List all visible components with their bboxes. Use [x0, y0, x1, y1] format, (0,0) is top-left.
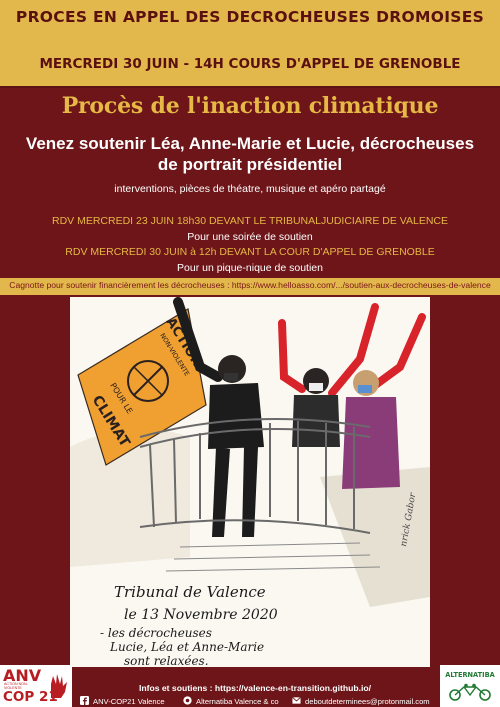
top-banner: PROCES EN APPEL DES DECROCHEUSES DROMOIS…: [0, 0, 500, 88]
caption-line-4: Lucie, Léa et Anne-Marie: [109, 640, 264, 654]
alternatiba-link[interactable]: Alternatiba Valence & co: [196, 697, 279, 706]
lead-text: Venez soutenir Léa, Anne-Marie et Lucie,…: [25, 134, 475, 174]
activities-text: interventions, pièces de théatre, musiqu…: [114, 183, 386, 195]
cagnotte-link[interactable]: Cagnotte pour soutenir financièrement le…: [0, 280, 500, 290]
info-line[interactable]: Infos et soutiens : https://valence-en-t…: [80, 683, 430, 693]
facebook-link[interactable]: ANV-COP21 Valence: [93, 697, 165, 706]
email-link[interactable]: deboutdeterminees@protonmail.com: [305, 697, 430, 706]
page-title: Procès de l'inaction climatique: [61, 93, 439, 119]
email-icon: [292, 697, 301, 704]
alternatiba-logo: ALTERNATIBA: [440, 665, 500, 707]
rdv-valence: RDV MERCREDI 23 JUIN 18h30 DEVANT LE TRI…: [51, 215, 448, 227]
alternatiba-icon: [183, 696, 192, 705]
courthouse-drawing: ACTION NON-VIOLENTE POUR LE CLIMAT nrick…: [70, 297, 430, 667]
poster: PROCES EN APPEL DES DECROCHEUSES DROMOIS…: [0, 0, 500, 707]
caption-line-5: sont relaxées.: [124, 654, 209, 667]
caption-line-3: - les décrocheuses: [100, 626, 212, 640]
anv-cop21-logo: ANV ACTION NON-VIOLENTE COP 21: [0, 665, 72, 707]
facebook-icon: [80, 696, 89, 705]
alternatiba-logo-text: ALTERNATIBA: [445, 671, 495, 679]
rdv-grenoble: RDV MERCREDI 30 JUIN à 12h DEVANT LA COU…: [65, 246, 435, 258]
caption-line-2: le 13 Novembre 2020: [124, 607, 278, 623]
banner-title: PROCES EN APPEL DES DECROCHEUSES DROMOIS…: [15, 8, 485, 26]
cagnotte-bar: Cagnotte pour soutenir financièrement le…: [0, 278, 500, 295]
rdv-valence-detail: Pour une soirée de soutien: [187, 231, 313, 243]
caption-line-1: Tribunal de Valence: [114, 583, 266, 601]
illustration: ACTION NON-VIOLENTE POUR LE CLIMAT nrick…: [70, 297, 430, 667]
banner-subtitle: MERCREDI 30 JUIN - 14H COURS D'APPEL DE …: [39, 56, 461, 72]
bicycle-icon: [449, 683, 491, 701]
hand-icon: [51, 674, 67, 698]
drawing-caption: Tribunal de Valence le 13 Novembre 2020 …: [100, 583, 278, 667]
rdv-grenoble-detail: Pour un pique-nique de soutien: [177, 262, 323, 274]
